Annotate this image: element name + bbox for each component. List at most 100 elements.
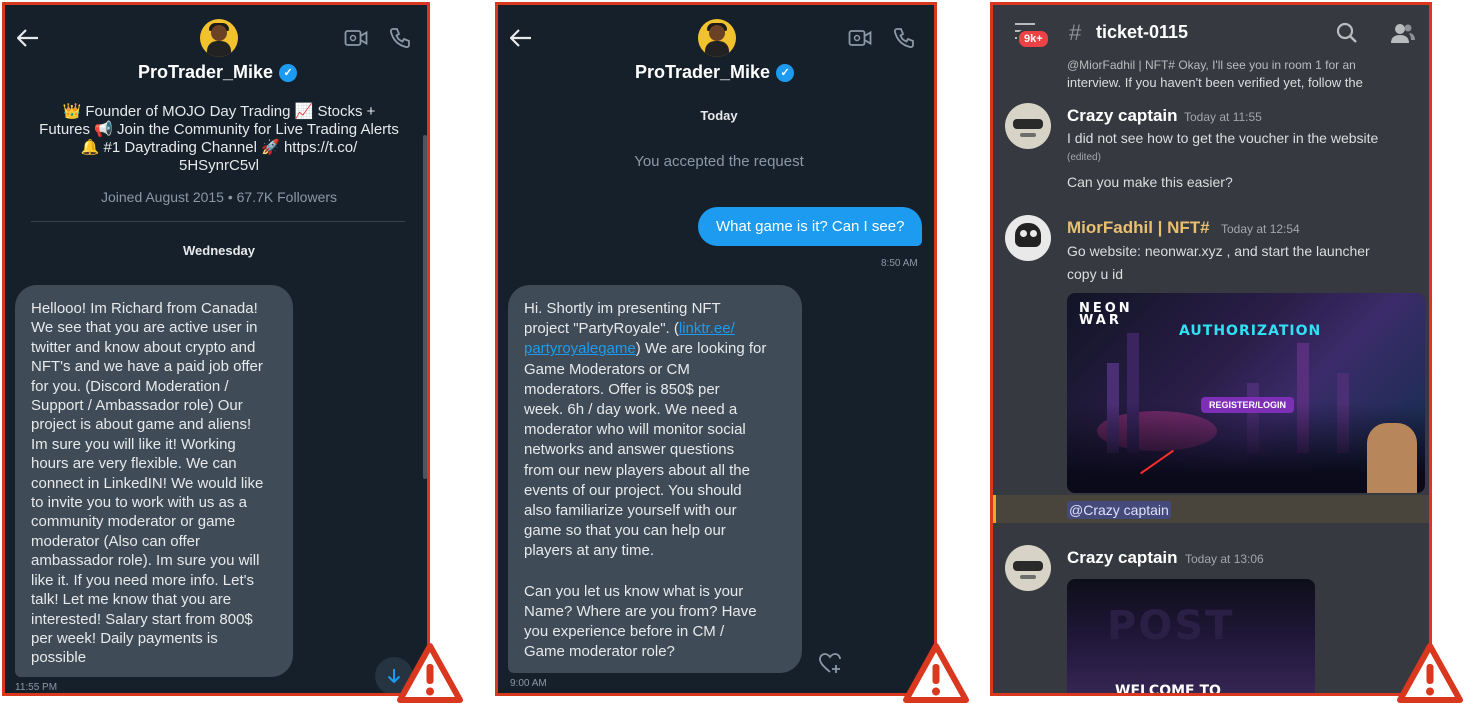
message-text: project "PartyRoyale". ( — [524, 320, 679, 338]
discord-panel: 9k+ # ticket-0115 @MiorFadhil | NFT# Oka… — [990, 2, 1432, 696]
scrollbar[interactable] — [423, 135, 427, 479]
message-line: Game moderator role? — [524, 643, 675, 661]
message-line: community moderator or game — [31, 513, 236, 531]
message-line: project "PartyRoyale". (linktr.ee/ — [524, 319, 786, 339]
message-line: Can you let us know what is your — [524, 582, 744, 600]
message-line: events of our project. You should — [524, 481, 742, 499]
message-line: NFT's and we have a paid job offer — [31, 358, 263, 376]
avatar[interactable] — [1005, 215, 1051, 261]
message-line: hours are very flexible. We can — [31, 455, 237, 473]
profile-name-text: ProTrader_Mike — [138, 62, 274, 82]
register-login-button: REGISTER/LOGIN — [1201, 397, 1295, 413]
channel-header: 9k+ # ticket-0115 — [993, 5, 1429, 61]
joined-info: Joined August 2015 • 67.7K Followers — [100, 189, 338, 205]
image-title: AUTHORIZATION — [1179, 323, 1322, 339]
message-line: connect in LinkedIN! We would like — [31, 474, 264, 492]
message-line: moderators. Offer is 850$ per — [524, 380, 720, 398]
verified-icon: ✓ — [776, 63, 795, 82]
message-line: possible — [31, 649, 87, 667]
profile-bio: 👑 Founder of MOJO Day Trading 📈 Stocks +… — [29, 103, 409, 175]
back-arrow-icon[interactable] — [506, 23, 536, 53]
bio-line: 🔔 #1 Daytrading Channel 🚀 https://t.co/ — [80, 139, 358, 156]
message-line: moderator who will monitor social — [524, 421, 746, 439]
message-timestamp: 8:50 AM — [881, 258, 918, 269]
divider — [31, 221, 405, 222]
avatar[interactable] — [1005, 545, 1051, 591]
phone-icon[interactable] — [385, 23, 415, 53]
phone-icon[interactable] — [889, 23, 919, 53]
message-author[interactable]: Crazy captain — [1067, 548, 1178, 568]
message-line: also familiarize yourself with our — [524, 502, 737, 520]
hash-icon: # — [1069, 20, 1082, 45]
message-timestamp: 11:55 PM — [15, 682, 58, 693]
message-link[interactable]: partyroyalegame — [524, 340, 636, 357]
message-line: from our new players about all the — [524, 461, 750, 479]
message-line: to invite you to work with us as a — [31, 494, 247, 512]
image-caption: WELCOME TO — [1115, 683, 1221, 696]
message-line: week. 6h / day work. We need a — [524, 401, 738, 419]
message-timestamp: Today at 13:06 — [1185, 552, 1264, 566]
message-line: like it. If you need more info. Let's — [31, 571, 254, 589]
back-arrow-icon[interactable] — [13, 23, 43, 53]
avatar[interactable] — [1005, 103, 1051, 149]
edited-label: (edited) — [1067, 152, 1101, 163]
message-line — [524, 562, 786, 582]
message-timestamp: 9:00 AM — [510, 678, 547, 689]
user-mention[interactable]: @Crazy captain — [1067, 501, 1171, 519]
message-timestamp: Today at 12:54 — [1221, 222, 1300, 236]
message-line: ambassador role). Im sure you will — [31, 552, 260, 570]
message-link[interactable]: linktr.ee/ — [679, 320, 735, 337]
incoming-message[interactable]: Hi. Shortly im presenting NFT project "P… — [508, 285, 802, 673]
search-icon[interactable] — [1333, 19, 1361, 47]
heart-react-icon[interactable] — [816, 649, 844, 677]
day-separator: Wednesday — [182, 243, 255, 258]
message-text: Can you make this easier? — [1067, 174, 1233, 190]
image-art-text: POST — [1107, 603, 1235, 649]
incoming-message[interactable]: Hellooo! Im Richard from Canada! We see … — [15, 285, 293, 677]
attachment-image[interactable]: POST WELCOME TO — [1067, 579, 1315, 696]
message-text: I did not see how to get the voucher in … — [1067, 130, 1379, 146]
mention-highlight — [993, 495, 1429, 523]
bio-line: 👑 Founder of MOJO Day Trading 📈 Stocks + — [62, 103, 376, 120]
message-line: per week! Daily payments is — [31, 629, 218, 647]
warning-icon — [1397, 643, 1463, 703]
message-line: Support / Ambassador role) Our — [31, 397, 243, 415]
outgoing-message[interactable]: What game is it? Can I see? — [698, 207, 923, 246]
message-line: partyroyalegame) We are looking for — [524, 339, 786, 359]
members-icon[interactable] — [1389, 19, 1417, 47]
message-line: twitter and know about crypto and — [31, 338, 256, 356]
message-line: networks and answer questions — [524, 441, 735, 459]
message-line: Game Moderators or CM — [524, 360, 690, 378]
message-text: copy u id — [1067, 266, 1124, 282]
message-line: game so that you can help our — [524, 522, 726, 540]
message-line: Name? Where are you from? Have — [524, 602, 757, 620]
video-call-icon[interactable] — [845, 23, 875, 53]
message-line: Hellooo! Im Richard from Canada! — [31, 300, 258, 317]
message-line: for you. (Discord Moderation / — [31, 377, 229, 395]
message-line: interested! Salary start from 800$ — [31, 610, 253, 628]
day-separator: Today — [700, 108, 738, 123]
message-author[interactable]: MiorFadhil | NFT# — [1067, 218, 1210, 238]
attachment-image[interactable]: NEON WAR AUTHORIZATION REGISTER/LOGIN — [1067, 293, 1425, 493]
message-line: Hi. Shortly im presenting NFT — [524, 300, 721, 317]
avatar[interactable] — [200, 19, 238, 57]
bio-line: 5HSynrC5vl — [178, 157, 260, 174]
video-call-icon[interactable] — [341, 23, 371, 53]
message-author[interactable]: Crazy captain — [1067, 106, 1178, 126]
message-line: you experience before in CM / — [524, 623, 725, 641]
channel-name[interactable]: ticket-0115 — [1096, 22, 1188, 43]
message-line: talk! Let me know that you are — [31, 591, 232, 609]
twitter-dm-panel-2: ProTrader_Mike ✓ Today You accepted the … — [495, 2, 937, 696]
avatar[interactable] — [698, 19, 736, 57]
game-logo: NEON WAR — [1079, 301, 1133, 328]
message-line: Im sure you will like it! Working — [31, 435, 236, 453]
profile-name[interactable]: ProTrader_Mike ✓ — [635, 62, 795, 83]
profile-name-text: ProTrader_Mike — [635, 62, 771, 82]
twitter-dm-panel-1: ProTrader_Mike ✓ 👑 Founder of MOJO Day T… — [2, 2, 430, 696]
request-accepted-notice: You accepted the request — [634, 153, 804, 170]
message-line: moderator (Also can offer — [31, 532, 200, 550]
profile-name[interactable]: ProTrader_Mike ✓ — [138, 62, 298, 83]
warning-icon — [397, 643, 463, 703]
warning-icon — [903, 643, 969, 703]
bio-line: Futures 📢 Join the Community for Live Tr… — [39, 121, 399, 138]
